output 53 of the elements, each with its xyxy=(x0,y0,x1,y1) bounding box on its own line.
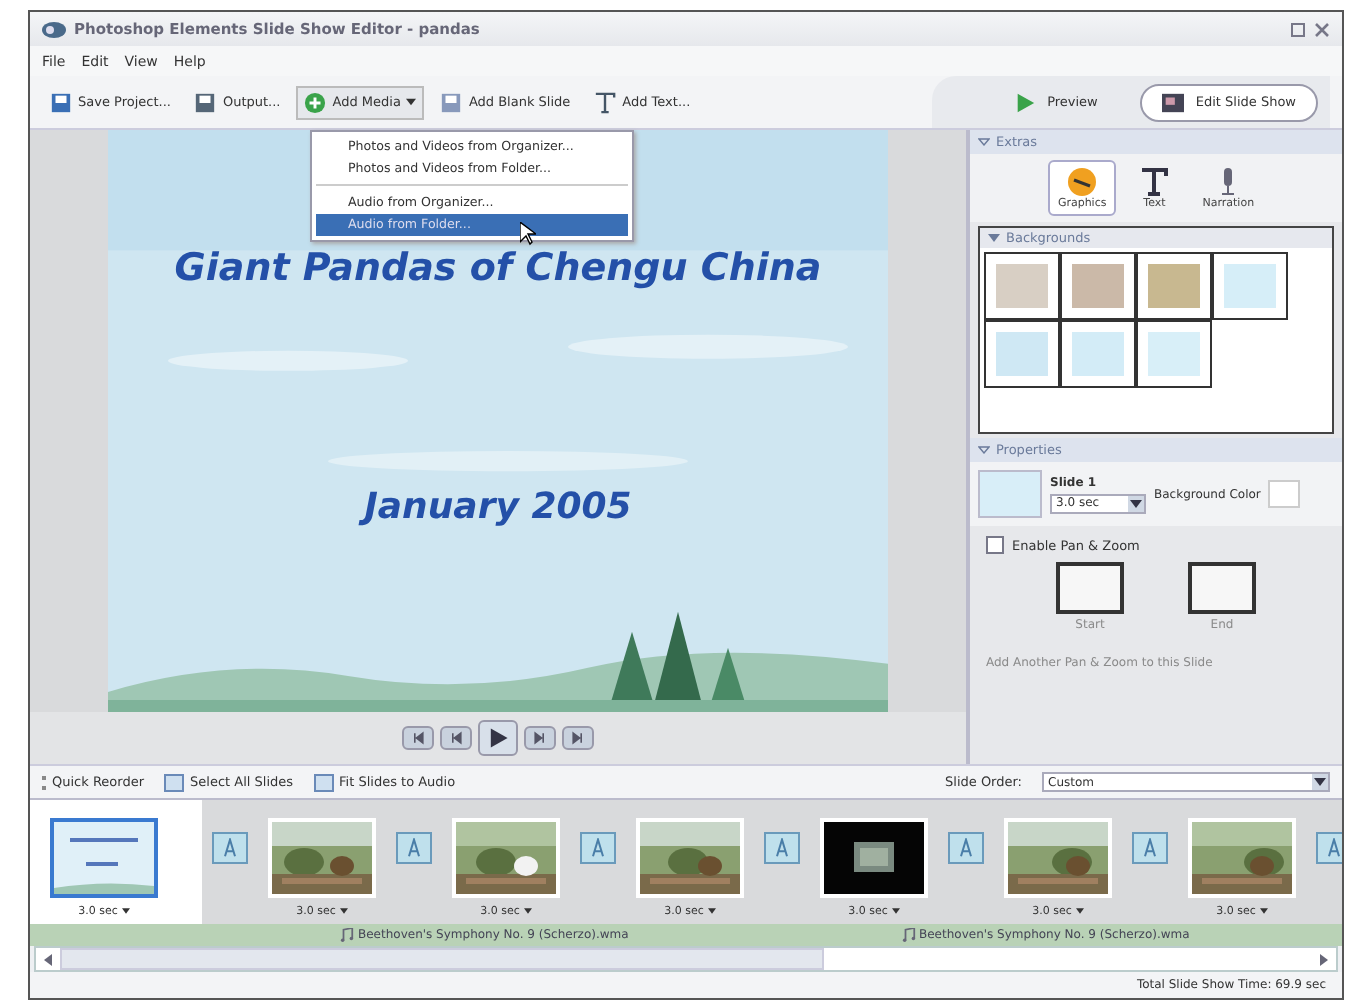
transition-icon[interactable] xyxy=(212,831,248,863)
transition-icon[interactable] xyxy=(948,831,984,863)
fit-icon xyxy=(313,773,334,791)
collapse-icon xyxy=(978,138,990,146)
slide-title: Giant Pandas of Chengu China xyxy=(174,246,822,290)
scrollbar[interactable] xyxy=(34,946,1338,972)
restore-icon[interactable] xyxy=(1290,21,1306,37)
text-icon xyxy=(594,91,617,113)
step-forward-icon xyxy=(532,730,548,746)
start-frame[interactable] xyxy=(1056,562,1124,614)
caret-icon[interactable] xyxy=(1075,908,1084,914)
transition-icon[interactable] xyxy=(1316,831,1342,863)
transition-icon[interactable] xyxy=(764,831,800,863)
last-button[interactable] xyxy=(562,726,594,750)
play-icon xyxy=(1013,91,1036,113)
step-back-icon xyxy=(448,730,464,746)
caret-icon xyxy=(1312,774,1328,790)
title-slide-preview xyxy=(54,821,154,893)
close-icon[interactable] xyxy=(1314,21,1330,37)
transition-icon[interactable] xyxy=(396,831,432,863)
color-swatch[interactable] xyxy=(1268,480,1301,508)
caret-icon[interactable] xyxy=(339,908,348,914)
forward-button[interactable] xyxy=(524,726,556,750)
checkbox[interactable] xyxy=(986,536,1004,554)
select-icon xyxy=(164,773,185,791)
collapse-icon xyxy=(978,446,990,454)
music-note-icon xyxy=(340,928,354,942)
transition-icon[interactable] xyxy=(580,831,616,863)
caret-icon xyxy=(1128,495,1144,511)
graphics-icon xyxy=(1066,166,1099,198)
rewind-button[interactable] xyxy=(440,726,472,750)
first-button[interactable] xyxy=(402,726,434,750)
slide-thumbnail[interactable] xyxy=(50,817,158,897)
slide-thumbnail xyxy=(978,470,1042,518)
caret-icon[interactable] xyxy=(121,908,130,914)
skip-forward-icon xyxy=(570,730,586,746)
music-note-icon xyxy=(901,928,915,942)
caret-icon[interactable] xyxy=(707,908,716,914)
play-icon xyxy=(486,724,510,752)
caret-icon[interactable] xyxy=(523,908,532,914)
caret-icon[interactable] xyxy=(891,908,900,914)
end-frame[interactable] xyxy=(1188,562,1256,614)
collapse-icon xyxy=(988,234,1000,242)
text-icon xyxy=(1138,166,1171,198)
transition-icon[interactable] xyxy=(1132,831,1168,863)
caret-icon xyxy=(406,98,417,106)
play-button[interactable] xyxy=(478,720,518,756)
skip-back-icon xyxy=(410,730,426,746)
slide-edit-icon xyxy=(1161,91,1184,113)
app-icon xyxy=(42,19,66,39)
plus-icon xyxy=(304,91,327,113)
caret-icon[interactable] xyxy=(1259,908,1268,914)
slide-icon xyxy=(440,91,463,113)
